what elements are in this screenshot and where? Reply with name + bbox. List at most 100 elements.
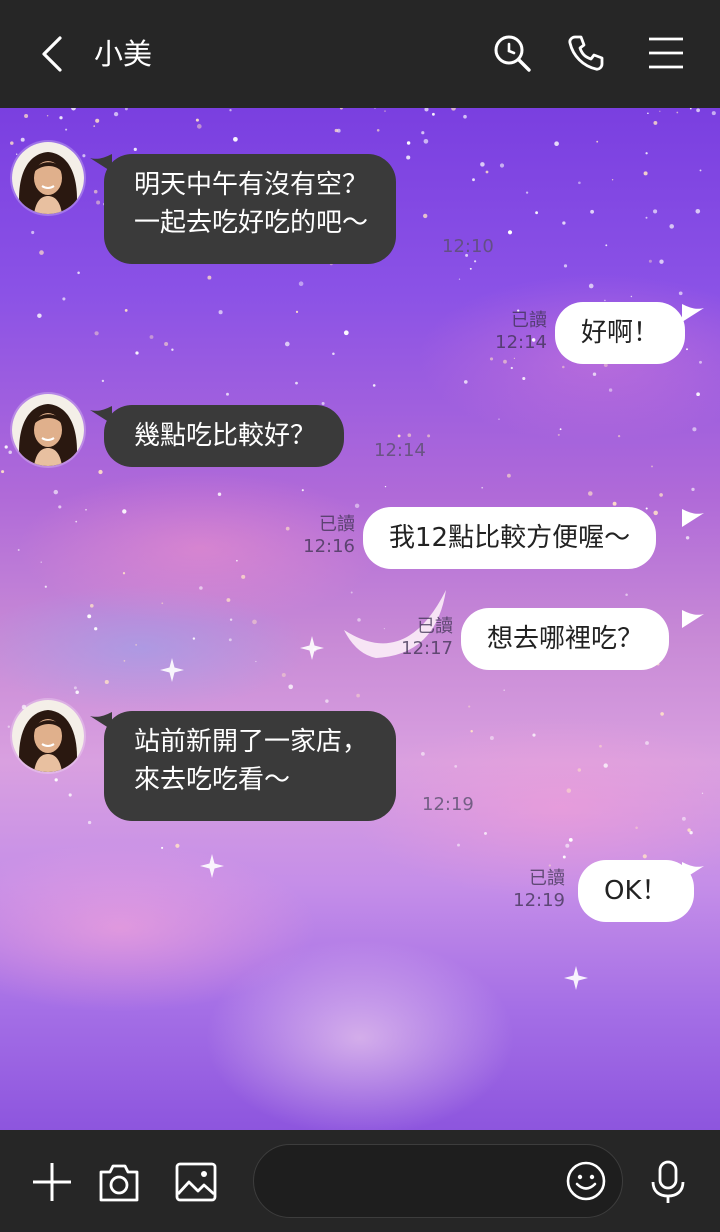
star xyxy=(645,216,648,219)
outgoing-message-bubble[interactable]: 我12點比較方便喔～ xyxy=(363,507,657,569)
star xyxy=(645,507,648,510)
star xyxy=(472,178,475,182)
star xyxy=(376,129,380,132)
star xyxy=(161,846,164,849)
star xyxy=(463,380,468,384)
plus-icon[interactable] xyxy=(30,1160,74,1204)
emoji-icon[interactable] xyxy=(564,1159,608,1203)
star xyxy=(423,138,429,144)
star xyxy=(676,111,679,114)
star xyxy=(510,366,513,370)
star xyxy=(457,843,460,847)
star xyxy=(40,561,42,563)
star xyxy=(384,110,386,112)
star xyxy=(612,501,617,506)
star xyxy=(423,213,428,219)
star xyxy=(65,128,68,131)
star xyxy=(565,843,570,848)
star xyxy=(421,752,425,756)
star xyxy=(98,469,103,475)
phone-icon[interactable] xyxy=(566,33,606,73)
star xyxy=(226,392,229,396)
star xyxy=(113,111,119,117)
microphone-icon[interactable] xyxy=(646,1160,690,1204)
menu-icon[interactable] xyxy=(646,33,686,73)
contact-avatar[interactable] xyxy=(12,394,84,466)
chevron-left-icon[interactable] xyxy=(34,34,74,74)
star xyxy=(485,170,489,174)
star xyxy=(489,736,494,740)
star xyxy=(93,125,96,127)
star xyxy=(669,224,674,229)
star xyxy=(687,828,691,832)
star xyxy=(332,352,335,355)
star xyxy=(199,586,203,590)
star xyxy=(696,392,700,397)
star xyxy=(651,465,653,468)
star xyxy=(226,598,231,602)
star xyxy=(474,260,477,263)
star xyxy=(192,637,196,640)
camera-icon[interactable] xyxy=(97,1160,141,1204)
bubble-tail xyxy=(682,304,704,322)
star xyxy=(372,384,376,387)
star xyxy=(1,470,5,474)
star xyxy=(468,705,471,708)
star xyxy=(489,357,494,361)
star xyxy=(660,712,664,716)
star xyxy=(77,271,80,275)
star xyxy=(678,291,683,296)
outgoing-message-bubble[interactable]: OK！ xyxy=(578,860,694,922)
star xyxy=(124,108,128,111)
message-meta: 已讀 12:16 xyxy=(295,514,355,558)
star xyxy=(406,141,411,145)
star xyxy=(608,388,613,392)
star xyxy=(122,572,126,575)
star xyxy=(321,401,325,406)
star xyxy=(692,427,697,432)
star xyxy=(17,549,20,551)
star xyxy=(161,602,164,605)
star xyxy=(255,660,257,663)
message-timestamp: 12:17 xyxy=(401,638,453,659)
star xyxy=(562,365,565,369)
message-input[interactable] xyxy=(253,1144,623,1218)
message-text-field[interactable] xyxy=(278,1163,552,1201)
outgoing-message-bubble[interactable]: 好啊！ xyxy=(555,302,686,364)
star xyxy=(281,673,286,677)
incoming-message-bubble[interactable]: 站前新開了一家店， 來去吃吃看～ xyxy=(104,711,397,821)
image-icon[interactable] xyxy=(174,1160,218,1204)
star xyxy=(75,520,78,523)
star xyxy=(218,310,223,315)
star xyxy=(562,221,566,225)
star xyxy=(645,152,648,155)
star xyxy=(288,684,294,690)
star xyxy=(659,493,663,497)
star xyxy=(284,341,290,347)
search-icon[interactable] xyxy=(492,33,532,73)
bubble-tail xyxy=(682,862,704,880)
star xyxy=(480,162,485,167)
star xyxy=(685,536,690,540)
star xyxy=(295,310,299,313)
chat-area[interactable]: 明天中午有沒有空？ 一起去吃好吃的吧～ 12:10 好啊！ 已讀 12:14 幾… xyxy=(0,108,720,1130)
star xyxy=(481,486,484,489)
star xyxy=(285,526,290,531)
star xyxy=(133,147,137,151)
contact-avatar[interactable] xyxy=(12,142,84,214)
star xyxy=(54,778,58,782)
star xyxy=(559,428,562,431)
contact-avatar[interactable] xyxy=(12,700,84,772)
star xyxy=(699,360,702,364)
read-receipt: 已讀 xyxy=(529,868,565,889)
sparkle xyxy=(200,854,224,878)
outgoing-message-bubble[interactable]: 想去哪裡吃？ xyxy=(461,608,670,670)
star xyxy=(124,309,128,312)
star xyxy=(451,108,456,111)
star xyxy=(24,113,29,119)
star xyxy=(431,112,435,116)
star xyxy=(568,838,573,842)
star xyxy=(566,788,572,793)
incoming-message-bubble[interactable]: 明天中午有沒有空？ 一起去吃好吃的吧～ xyxy=(104,154,397,264)
incoming-message-bubble[interactable]: 幾點吃比較好？ xyxy=(104,405,345,467)
